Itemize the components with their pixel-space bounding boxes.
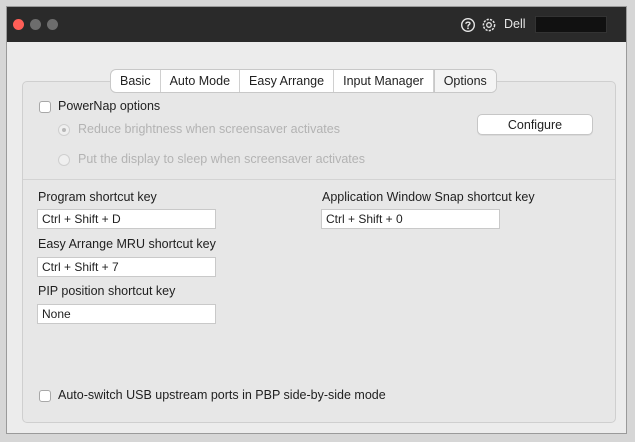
section-divider — [23, 179, 615, 180]
title-bar: Dell — [7, 7, 626, 42]
program-shortcut-field[interactable]: Ctrl + Shift + D — [37, 209, 216, 229]
zoom-window-button[interactable] — [47, 19, 58, 30]
powernap-checkbox[interactable] — [39, 101, 51, 113]
reduce-brightness-radio[interactable] — [58, 124, 70, 136]
configure-button[interactable]: Configure — [477, 114, 593, 135]
window-snap-shortcut-field[interactable]: Ctrl + Shift + 0 — [321, 209, 500, 229]
easy-arrange-mru-shortcut-field[interactable]: Ctrl + Shift + 7 — [37, 257, 216, 277]
help-icon[interactable] — [460, 17, 476, 33]
usb-auto-switch-label: Auto-switch USB upstream ports in PBP si… — [58, 388, 386, 402]
tab-basic[interactable]: Basic — [111, 70, 161, 92]
reduce-brightness-label: Reduce brightness when screensaver activ… — [78, 122, 340, 136]
redacted-model-box — [535, 16, 607, 33]
pip-position-shortcut-label: PIP position shortcut key — [38, 284, 176, 298]
program-shortcut-label: Program shortcut key — [38, 190, 157, 204]
window-snap-shortcut-label: Application Window Snap shortcut key — [322, 190, 535, 204]
pip-position-shortcut-field[interactable]: None — [37, 304, 216, 324]
gear-icon[interactable] — [481, 17, 497, 33]
display-sleep-label: Put the display to sleep when screensave… — [78, 152, 365, 166]
brand-label: Dell — [504, 17, 526, 31]
powernap-label: PowerNap options — [58, 99, 161, 113]
easy-arrange-mru-shortcut-label: Easy Arrange MRU shortcut key — [38, 237, 216, 251]
close-window-button[interactable] — [13, 19, 24, 30]
tab-input-manager[interactable]: Input Manager — [334, 70, 434, 92]
tab-auto-mode[interactable]: Auto Mode — [161, 70, 241, 92]
minimize-window-button[interactable] — [30, 19, 41, 30]
usb-auto-switch-checkbox[interactable] — [39, 390, 51, 402]
tab-bar: Basic Auto Mode Easy Arrange Input Manag… — [110, 69, 497, 93]
tab-options[interactable]: Options — [433, 70, 496, 92]
app-window: Dell Basic Auto Mode Easy Arrange Input … — [6, 6, 627, 434]
tab-easy-arrange[interactable]: Easy Arrange — [240, 70, 335, 92]
display-sleep-radio[interactable] — [58, 154, 70, 166]
